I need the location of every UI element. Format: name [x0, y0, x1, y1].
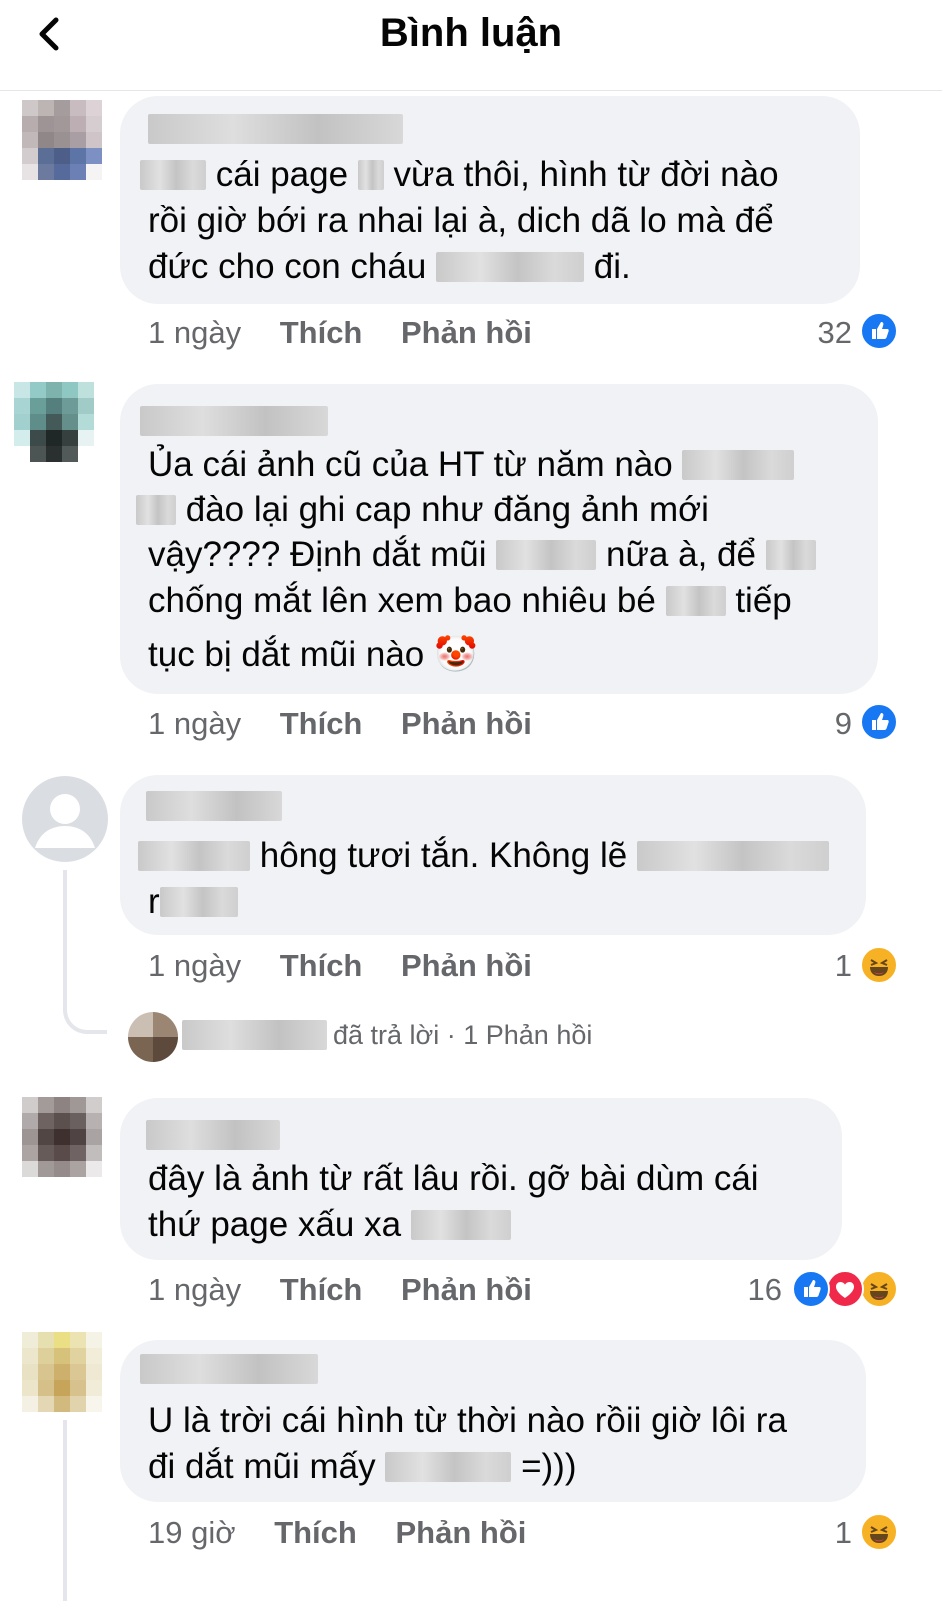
reaction-count[interactable]: 1	[820, 948, 852, 984]
comment-bubble[interactable]: hông tươi tắn. Không lẽ r	[120, 775, 866, 935]
reaction-count[interactable]: 1	[820, 1515, 852, 1551]
redacted-text	[136, 495, 176, 525]
comment-text-line: chống mắt lên xem bao nhiêu bé tiếp	[148, 581, 792, 620]
comment-text-line: đây là ảnh từ rất lâu rồi. gỡ bài dùm cá…	[148, 1159, 759, 1198]
like-button[interactable]: Thích	[280, 948, 363, 983]
reply-author-name[interactable]	[182, 1020, 327, 1050]
comment-text-line: rồi giờ bới ra nhai lại à, dich dã lo mà…	[148, 201, 774, 240]
comment-text-line: cái page vừa thôi, hình từ đời nào	[140, 152, 779, 198]
reaction-count[interactable]: 9	[800, 706, 852, 742]
thread-line	[63, 870, 107, 1034]
avatar[interactable]	[22, 100, 102, 180]
like-button[interactable]: Thích	[280, 1272, 363, 1307]
like-icon	[860, 703, 898, 741]
view-replies-link[interactable]: đã trả lời · 1 Phản hồi	[333, 1020, 592, 1051]
reply-button[interactable]: Phản hồi	[401, 315, 532, 350]
timestamp[interactable]: 1 ngày	[148, 706, 241, 741]
reaction-count[interactable]: 16	[730, 1272, 782, 1308]
comment-text-line: vậy???? Định dắt mũi nữa à, để	[148, 532, 816, 578]
redacted-text	[385, 1452, 512, 1482]
author-name[interactable]	[146, 1120, 280, 1150]
redacted-text	[410, 1210, 511, 1240]
author-name[interactable]	[140, 1354, 318, 1384]
avatar[interactable]	[14, 382, 94, 462]
timestamp[interactable]: 1 ngày	[148, 315, 241, 350]
reply-button[interactable]: Phản hồi	[395, 1515, 526, 1550]
header-bar: Bình luận	[0, 0, 942, 91]
comment-text-line: thứ page xấu xa	[148, 1202, 511, 1248]
comment-text-line: đức cho con cháu đi.	[148, 247, 631, 286]
like-button[interactable]: Thích	[280, 706, 363, 741]
like-button[interactable]: Thích	[274, 1515, 357, 1550]
reaction-count[interactable]: 32	[780, 315, 852, 351]
comment-bubble[interactable]: Ủa cái ảnh cũ của HT từ năm nào đào lại …	[120, 384, 878, 694]
comment-meta: 1 ngày Thích Phản hồi	[148, 1272, 532, 1308]
redacted-text	[682, 450, 795, 480]
redacted-text	[665, 586, 726, 616]
comment-bubble[interactable]: U là trời cái hình từ thời nào rồii giờ …	[120, 1340, 866, 1502]
comment-text-line: đi dắt mũi mấy =)))	[148, 1447, 577, 1486]
comment-text-line: tục bị dắt mũi nào 🤡	[148, 635, 478, 674]
comment-text-line: hông tươi tắn. Không lẽ	[138, 833, 829, 879]
redacted-text	[159, 887, 238, 917]
love-icon	[826, 1270, 864, 1308]
comment-meta: 19 giờ Thích Phản hồi	[148, 1515, 526, 1551]
like-icon	[792, 1270, 830, 1308]
comment-text-line: Ủa cái ảnh cũ của HT từ năm nào	[148, 442, 795, 488]
redacted-text	[140, 160, 206, 190]
redacted-text	[357, 160, 384, 190]
timestamp[interactable]: 1 ngày	[148, 948, 241, 983]
author-name[interactable]	[140, 406, 328, 436]
comment-text-line: đào lại ghi cap như đăng ảnh mới	[136, 487, 709, 533]
like-icon	[860, 312, 898, 350]
page-title: Bình luận	[379, 11, 563, 55]
reply-button[interactable]: Phản hồi	[401, 948, 532, 983]
comment-meta: 1 ngày Thích Phản hồi	[148, 706, 532, 742]
redacted-text	[765, 540, 816, 570]
reply-avatar[interactable]	[128, 1012, 178, 1062]
comment-text-line: r	[148, 879, 238, 925]
redacted-text	[138, 841, 250, 871]
clown-emoji-icon: 🤡	[434, 635, 478, 674]
comment-meta: 1 ngày Thích Phản hồi	[148, 948, 532, 984]
redacted-text	[636, 841, 829, 871]
haha-icon	[860, 1513, 898, 1551]
comment-bubble[interactable]: đây là ảnh từ rất lâu rồi. gỡ bài dùm cá…	[120, 1098, 842, 1260]
haha-icon	[860, 946, 898, 984]
timestamp[interactable]: 1 ngày	[148, 1272, 241, 1307]
reply-button[interactable]: Phản hồi	[401, 706, 532, 741]
author-name[interactable]	[148, 114, 403, 144]
thread-line	[63, 1420, 67, 1601]
redacted-text	[436, 252, 585, 282]
author-name[interactable]	[146, 791, 282, 821]
comment-text-line: U là trời cái hình từ thời nào rồii giờ …	[148, 1401, 787, 1440]
comment-bubble[interactable]: cái page vừa thôi, hình từ đời nào rồi g…	[120, 96, 860, 304]
timestamp[interactable]: 19 giờ	[148, 1515, 236, 1550]
like-button[interactable]: Thích	[280, 315, 363, 350]
default-avatar-icon[interactable]	[22, 776, 108, 862]
avatar[interactable]	[22, 1332, 102, 1412]
avatar[interactable]	[22, 1097, 102, 1177]
comment-meta: 1 ngày Thích Phản hồi	[148, 315, 532, 351]
reply-button[interactable]: Phản hồi	[401, 1272, 532, 1307]
redacted-text	[496, 540, 597, 570]
haha-icon	[860, 1270, 898, 1308]
